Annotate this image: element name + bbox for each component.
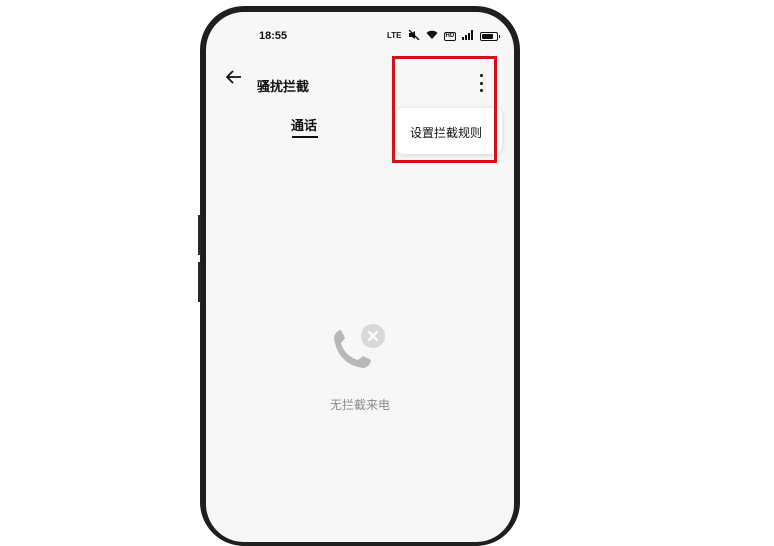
side-button: [198, 215, 201, 255]
phone-blocked-icon: [328, 324, 390, 380]
back-arrow-icon[interactable]: [225, 70, 242, 88]
tab-calls[interactable]: 通话: [291, 115, 317, 134]
status-icons: LTE HD: [387, 29, 501, 43]
wifi-icon: [426, 30, 438, 43]
status-time: 18:55: [259, 30, 288, 42]
empty-state-text: 无拦截来电: [329, 398, 390, 412]
mute-icon: [408, 29, 420, 43]
cell-signal-icon: [462, 29, 474, 43]
tab-indicator: [292, 136, 318, 138]
highlight-box: [392, 56, 497, 163]
side-button: [198, 262, 201, 302]
page-title: 骚扰拦截: [257, 80, 310, 95]
battery-icon: [480, 31, 501, 41]
network-type-label: LTE: [387, 31, 402, 40]
hd-badge: HD: [443, 31, 457, 41]
